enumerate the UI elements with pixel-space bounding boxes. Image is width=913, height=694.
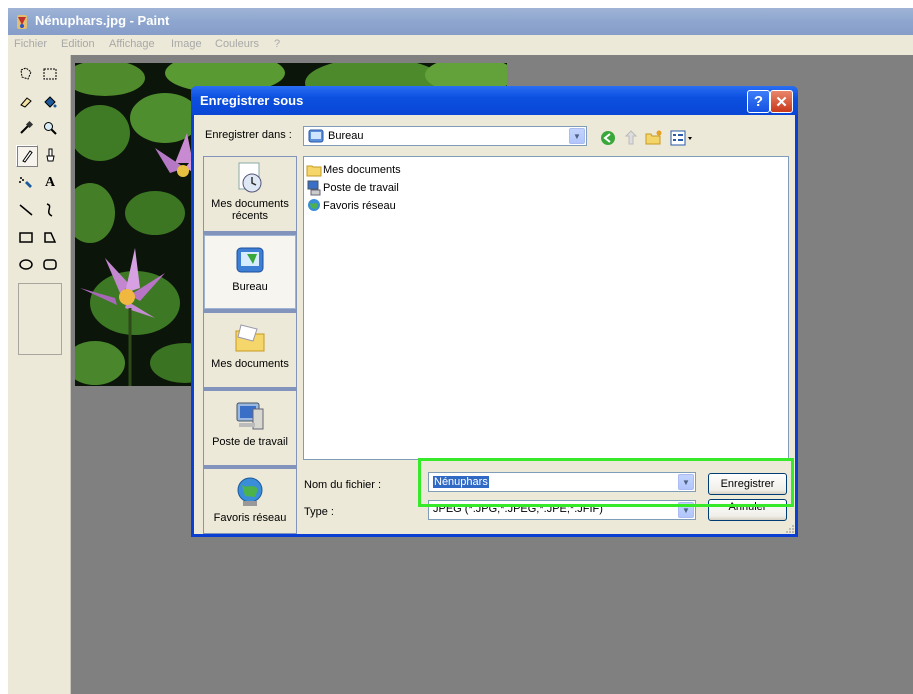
menu-bar: Fichier Edition Affichage Image Couleurs… (8, 35, 913, 55)
close-button[interactable]: ✕ (770, 90, 793, 113)
file-item-favoris-reseau[interactable]: Favoris réseau (306, 197, 396, 214)
up-folder-icon[interactable] (623, 130, 639, 146)
computer-icon (307, 180, 321, 195)
network-places-icon (237, 477, 263, 506)
place-mes-documents[interactable]: Mes documents (204, 313, 296, 387)
save-in-label: Enregistrer dans : (205, 129, 292, 141)
menu-fichier[interactable]: Fichier (14, 38, 47, 50)
color-picker-icon[interactable] (16, 118, 36, 138)
paint-title-bar: Nénuphars.jpg - Paint (8, 8, 913, 35)
my-documents-icon (235, 324, 265, 352)
new-folder-icon[interactable] (645, 130, 663, 146)
menu-edition[interactable]: Edition (61, 38, 95, 50)
place-poste-de-travail[interactable]: Poste de travail (204, 391, 296, 465)
save-in-value: Bureau (328, 130, 364, 142)
file-item-label: Poste de travail (323, 181, 399, 194)
network-icon (308, 198, 320, 211)
place-favoris-reseau-label: Favoris réseau (213, 512, 287, 524)
polygon-icon[interactable] (40, 227, 60, 247)
line-icon[interactable] (16, 200, 36, 220)
airbrush-icon[interactable] (16, 173, 36, 193)
back-icon[interactable] (600, 130, 616, 146)
places-bar: Mes documents récents Bureau Mes documen… (203, 156, 297, 534)
place-bureau[interactable]: Bureau (204, 235, 296, 309)
tool-options-box[interactable] (18, 283, 62, 355)
rounded-rect-icon[interactable] (40, 254, 60, 274)
brush-icon[interactable] (40, 145, 60, 165)
file-item-label: Mes documents (323, 163, 401, 176)
file-item-label: Favoris réseau (323, 199, 396, 212)
paint-app-icon (17, 15, 27, 29)
recent-documents-icon (238, 162, 262, 193)
menu-image[interactable]: Image (171, 38, 202, 50)
save-in-dropdown[interactable]: Bureau ▼ (303, 126, 587, 146)
eraser-icon[interactable] (16, 92, 36, 112)
rect-select-icon[interactable] (40, 64, 60, 84)
place-recent[interactable]: Mes documents récents (204, 157, 296, 231)
desktop-small-icon (308, 129, 324, 143)
place-favoris-reseau[interactable]: Favoris réseau (204, 469, 296, 533)
file-list[interactable]: Mes documents Poste de travail Favoris r… (303, 156, 789, 460)
free-select-icon[interactable] (16, 64, 36, 84)
view-menu-icon[interactable] (670, 130, 694, 146)
file-item-poste-de-travail[interactable]: Poste de travail (306, 179, 399, 196)
place-recent-label: Mes documents récents (211, 198, 289, 222)
help-button[interactable]: ? (747, 90, 770, 113)
curve-icon[interactable] (40, 200, 60, 220)
filename-label: Nom du fichier : (304, 479, 382, 491)
place-poste-de-travail-label: Poste de travail (212, 436, 288, 448)
type-label: Type : (304, 506, 334, 518)
place-mes-documents-label: Mes documents (211, 358, 289, 370)
ellipse-icon[interactable] (16, 254, 36, 274)
folder-icon (306, 165, 322, 176)
rectangle-icon[interactable] (16, 227, 36, 247)
magnifier-icon[interactable] (40, 118, 60, 138)
chevron-down-icon[interactable]: ▼ (569, 128, 585, 144)
fill-icon[interactable] (40, 92, 60, 112)
menu-couleurs[interactable]: Couleurs (215, 38, 259, 50)
my-computer-icon (236, 402, 264, 430)
desktop-icon (236, 247, 264, 273)
pencil-icon[interactable] (16, 145, 38, 167)
resize-grip-icon[interactable] (784, 523, 795, 534)
highlight-box (418, 458, 794, 507)
text-icon[interactable]: A (40, 173, 60, 193)
file-item-mes-documents[interactable]: Mes documents (306, 161, 401, 178)
menu-help[interactable]: ? (274, 38, 280, 50)
menu-affichage[interactable]: Affichage (109, 38, 155, 50)
window-title: Nénuphars.jpg - Paint (35, 13, 170, 28)
place-bureau-label: Bureau (232, 281, 268, 293)
dialog-title-bar[interactable]: Enregistrer sous ? ✕ (191, 86, 798, 115)
dialog-title: Enregistrer sous (200, 93, 304, 108)
toolbox: A (8, 55, 71, 694)
